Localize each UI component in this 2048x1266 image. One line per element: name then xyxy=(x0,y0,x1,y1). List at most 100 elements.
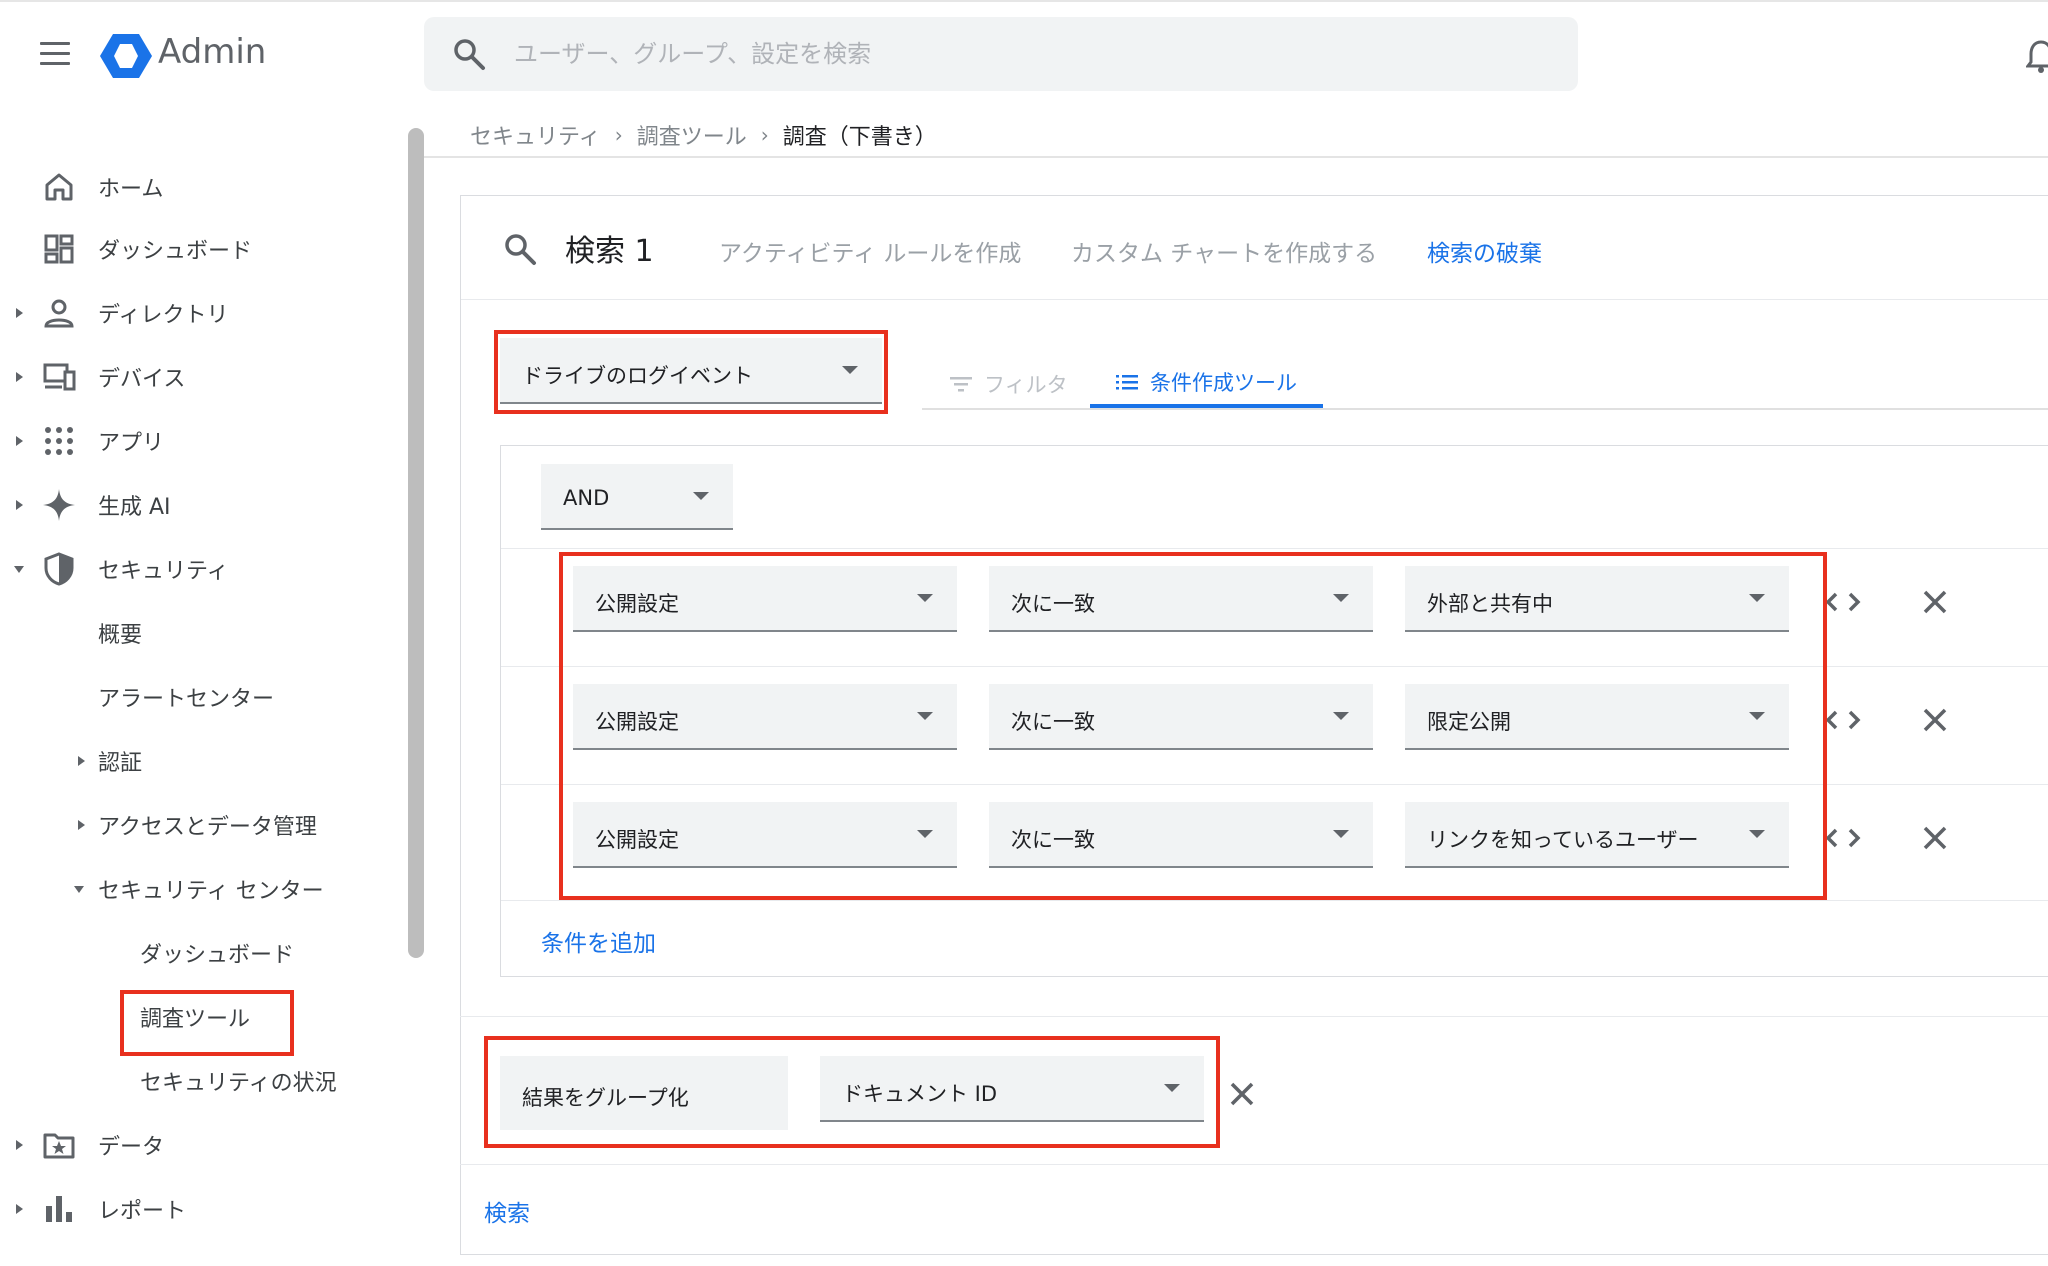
add-condition-link[interactable]: 条件を追加 xyxy=(541,924,656,958)
global-search xyxy=(424,17,1578,91)
breadcrumb-security[interactable]: セキュリティ xyxy=(470,119,601,151)
row-divider xyxy=(501,548,2048,549)
sidebar-item-overview[interactable]: 概要 xyxy=(0,610,400,656)
dashboard-icon xyxy=(44,234,74,264)
person-icon xyxy=(44,299,74,328)
caret-right-icon[interactable] xyxy=(12,1138,26,1152)
search-submit-button[interactable]: 検索 xyxy=(484,1194,530,1228)
sidebar-item-reports[interactable]: レポート xyxy=(0,1186,400,1232)
tab-filter[interactable]: フィルタ xyxy=(950,360,1068,408)
caret-right-icon[interactable] xyxy=(74,754,88,768)
breadcrumb-chevron-icon: › xyxy=(614,123,623,147)
tab-label: フィルタ xyxy=(984,373,1068,397)
sidebar-item-label: データ xyxy=(98,1135,165,1160)
search-icon[interactable] xyxy=(452,37,486,71)
search-card-header: 検索 1 アクティビティ ルールを作成 カスタム チャートを作成する 検索の破棄 xyxy=(461,196,2048,300)
breadcrumb-investigation-tool[interactable]: 調査ツール xyxy=(637,119,747,151)
sidebar-item-label: セキュリティ xyxy=(98,559,229,584)
sidebar-item-label: 概要 xyxy=(98,623,143,648)
sidebar-item-authentication[interactable]: 認証 xyxy=(0,738,400,784)
sidebar-item-access-data-control[interactable]: アクセスとデータ管理 xyxy=(0,802,400,848)
sidebar-item-security-center[interactable]: セキュリティ センター xyxy=(0,866,400,912)
operator-value: AND xyxy=(563,486,610,510)
sidebar-item-data[interactable]: データ xyxy=(0,1122,400,1168)
breadcrumb-chevron-icon: › xyxy=(760,123,769,147)
remove-condition-close-icon[interactable] xyxy=(1915,582,1955,622)
caret-down-icon[interactable] xyxy=(12,562,26,576)
sidebar-item-security[interactable]: セキュリティ xyxy=(0,546,400,592)
caret-right-icon[interactable] xyxy=(74,818,88,832)
sparkle-icon xyxy=(43,489,75,521)
folder-star-icon xyxy=(43,1133,75,1159)
tab-bar: フィルタ 条件作成ツール xyxy=(922,346,2048,410)
caret-right-icon[interactable] xyxy=(12,1202,26,1216)
sidebar-item-label: 生成 AI xyxy=(98,495,171,520)
remove-condition-close-icon[interactable] xyxy=(1915,818,1955,858)
breadcrumb: セキュリティ › 調査ツール › 調査（下書き） xyxy=(470,115,937,155)
highlight-box-group-by xyxy=(484,1036,1220,1148)
discard-search-link[interactable]: 検索の破棄 xyxy=(1427,234,1542,268)
search-icon xyxy=(505,234,536,265)
sidebar-item-gen-ai[interactable]: 生成 AI xyxy=(0,482,400,528)
sidebar-item-label: デバイス xyxy=(98,367,186,392)
sidebar-item-label: セキュリティの状況 xyxy=(140,1071,337,1096)
sidebar-item-sc-dashboard[interactable]: ダッシュボード xyxy=(0,930,400,976)
menu-icon[interactable] xyxy=(40,42,70,66)
breadcrumb-divider xyxy=(424,156,2048,158)
breadcrumb-current: 調査（下書き） xyxy=(782,125,937,150)
remove-condition-close-icon[interactable] xyxy=(1915,700,1955,740)
sidebar-item-label: セキュリティ センター xyxy=(98,879,324,904)
sidebar-item-alert-center[interactable]: アラートセンター xyxy=(0,674,400,720)
bar-chart-icon xyxy=(46,1196,72,1222)
sidebar-item-label: 認証 xyxy=(98,751,143,776)
admin-logo-icon xyxy=(100,34,152,78)
highlight-box-conditions xyxy=(559,552,1827,900)
tab-condition-builder[interactable]: 条件作成ツール xyxy=(1090,360,1323,408)
sidebar-item-apps[interactable]: アプリ xyxy=(0,418,400,464)
section-divider xyxy=(460,1164,2048,1165)
sidebar-item-dashboard[interactable]: ダッシュボード xyxy=(0,226,400,272)
condition-builder: AND 公開設定 次に一致 外部と共有中 公開設定 次に一致 限定公開 公開設定… xyxy=(500,445,2048,977)
caret-right-icon[interactable] xyxy=(12,306,26,320)
code-brackets-icon[interactable] xyxy=(1823,582,1863,622)
notifications-bell-icon[interactable] xyxy=(2026,38,2048,74)
sidebar-item-label: アプリ xyxy=(98,431,165,456)
remove-group-by-close-icon[interactable] xyxy=(1222,1074,1262,1114)
sidebar-item-label: ホーム xyxy=(98,177,164,202)
sidebar-item-devices[interactable]: デバイス xyxy=(0,354,400,400)
sidebar-item-home[interactable]: ホーム xyxy=(0,164,400,210)
create-custom-chart-link[interactable]: カスタム チャートを作成する xyxy=(1071,234,1377,268)
code-brackets-icon[interactable] xyxy=(1823,700,1863,740)
apps-grid-icon xyxy=(45,427,73,455)
row-divider xyxy=(501,900,2048,901)
sidebar-item-label: アラートセンター xyxy=(98,687,275,712)
dropdown-arrow-icon xyxy=(693,492,709,500)
caret-right-icon[interactable] xyxy=(12,434,26,448)
caret-down-icon[interactable] xyxy=(72,882,86,896)
highlight-box-investigation-tool xyxy=(120,990,294,1056)
sidebar-item-label: ダッシュボード xyxy=(140,943,295,968)
section-divider xyxy=(460,1016,2048,1017)
code-brackets-icon[interactable] xyxy=(1823,818,1863,858)
devices-icon xyxy=(43,363,76,391)
caret-right-icon[interactable] xyxy=(12,370,26,384)
app-title: Admin xyxy=(158,32,267,72)
sidebar-item-label: ディレクトリ xyxy=(98,303,229,328)
sidebar-item-directory[interactable]: ディレクトリ xyxy=(0,290,400,336)
sidebar-item-label: レポート xyxy=(98,1199,187,1224)
sidebar-scrollbar[interactable] xyxy=(408,128,424,958)
highlight-box-data-source xyxy=(494,330,888,414)
sidebar-item-label: ダッシュボード xyxy=(98,239,253,264)
search-title: 検索 1 xyxy=(565,234,654,269)
tab-label: 条件作成ツール xyxy=(1150,371,1297,395)
sidebar-item-security-health[interactable]: セキュリティの状況 xyxy=(0,1058,400,1104)
search-input[interactable] xyxy=(514,17,1514,91)
sidebar: ホーム ダッシュボード ディレクトリ デバイス アプリ 生成 AI セキュリティ… xyxy=(0,160,420,1266)
filter-icon xyxy=(950,377,972,392)
home-icon xyxy=(45,173,73,201)
operator-select[interactable]: AND xyxy=(541,464,733,530)
create-activity-rule-link[interactable]: アクティビティ ルールを作成 xyxy=(719,234,1021,268)
sidebar-item-label: アクセスとデータ管理 xyxy=(98,815,317,840)
shield-icon xyxy=(44,552,74,586)
caret-right-icon[interactable] xyxy=(12,498,26,512)
